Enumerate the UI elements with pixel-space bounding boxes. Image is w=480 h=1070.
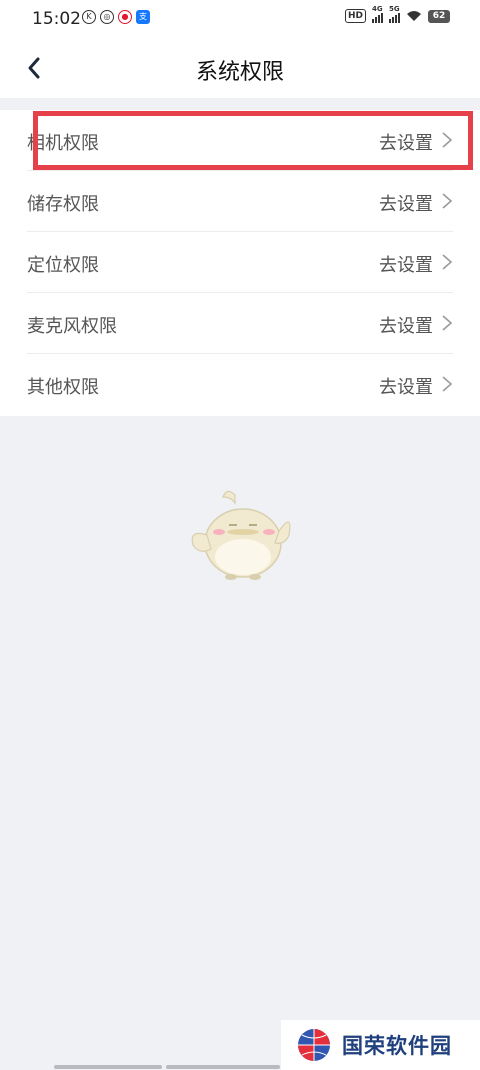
globe-logo-icon [298, 1029, 330, 1061]
permission-label: 定位权限 [27, 255, 99, 276]
mascot-illustration [191, 490, 291, 580]
k-app-icon: K [82, 10, 96, 24]
weibo-icon: ● [118, 10, 132, 24]
chevron-right-icon [442, 132, 453, 148]
chevron-right-icon [442, 193, 453, 209]
signal-5g-icon: 5G [389, 5, 400, 23]
go-settings-link[interactable]: 去设置 [379, 312, 433, 338]
gesture-bar-right [166, 1065, 280, 1069]
permission-list: 相机权限 去设置 储存权限 去设置 定位权限 去设置 麦克风权限 去设置 其他权… [0, 110, 480, 416]
go-settings-link[interactable]: 去设置 [379, 190, 433, 216]
nav-bar: 系统权限 [0, 38, 480, 98]
status-time: 15:02 [32, 9, 81, 29]
watermark: 国荣软件园 [281, 1020, 480, 1070]
permission-row-other[interactable]: 其他权限 去设置 [27, 354, 453, 415]
hd-icon: HD [344, 9, 366, 23]
status-notification-icons: K ◎ ● 支 [82, 10, 150, 24]
go-settings-link[interactable]: 去设置 [379, 373, 433, 399]
go-settings-link[interactable]: 去设置 [379, 129, 433, 155]
gesture-bar-left [54, 1065, 162, 1069]
watermark-text: 国荣软件园 [342, 1034, 452, 1058]
chevron-right-icon [442, 315, 453, 331]
permission-label: 相机权限 [27, 133, 99, 154]
status-system-icons: HD 4G 5G 62 [344, 5, 450, 23]
permission-row-camera[interactable]: 相机权限 去设置 [27, 110, 453, 171]
permission-row-microphone[interactable]: 麦克风权限 去设置 [27, 293, 453, 354]
status-bar: 15:02 K ◎ ● 支 HD 4G 5G 62 [0, 0, 480, 38]
go-settings-link[interactable]: 去设置 [379, 251, 433, 277]
permission-label: 其他权限 [27, 377, 99, 398]
permission-row-storage[interactable]: 储存权限 去设置 [27, 171, 453, 232]
camera-app-icon: ◎ [100, 10, 114, 24]
page-title: 系统权限 [195, 60, 284, 85]
permission-row-location[interactable]: 定位权限 去设置 [27, 232, 453, 293]
battery-icon: 62 [428, 9, 450, 23]
permission-label: 储存权限 [27, 194, 99, 215]
permission-label: 麦克风权限 [27, 316, 117, 337]
wifi-icon [407, 11, 421, 21]
chevron-right-icon [442, 254, 453, 270]
alipay-icon: 支 [136, 10, 150, 24]
signal-4g-icon: 4G [372, 5, 383, 23]
chevron-right-icon [442, 376, 453, 392]
